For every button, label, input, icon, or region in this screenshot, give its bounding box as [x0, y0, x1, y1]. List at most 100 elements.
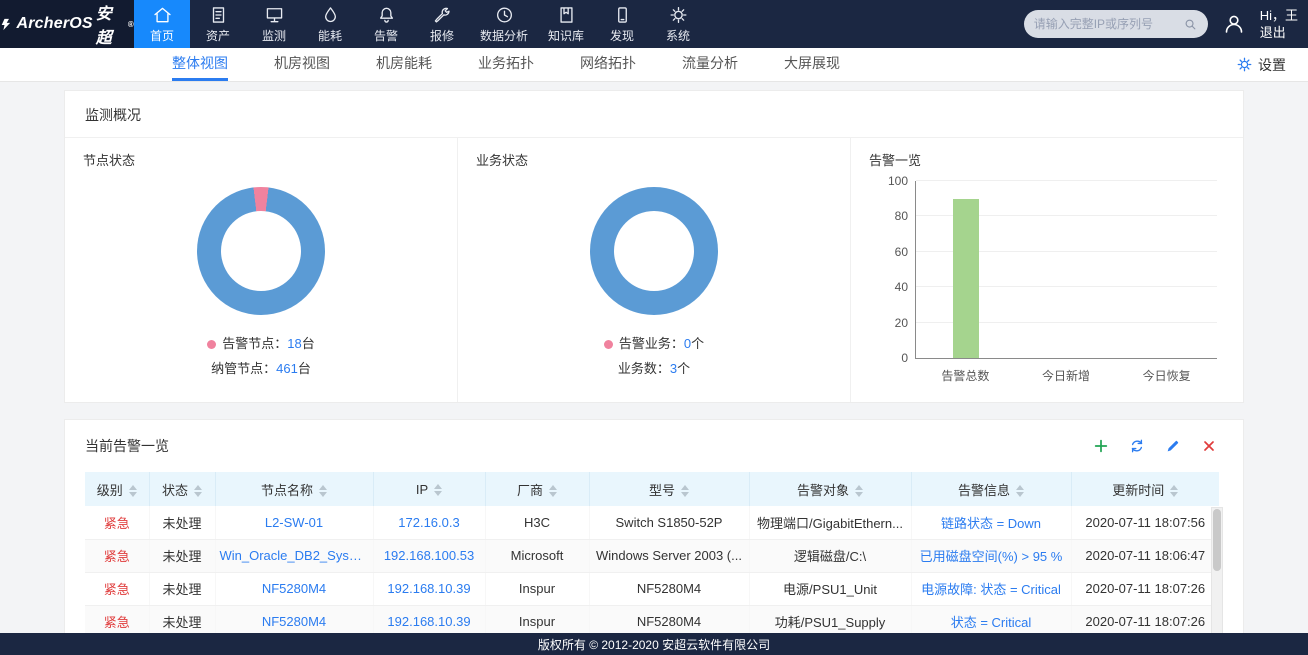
column-header-status[interactable]: 状态	[149, 472, 215, 506]
sort-icon[interactable]	[681, 485, 689, 497]
search-input[interactable]	[1034, 17, 1183, 31]
legend-value: 18	[287, 336, 301, 351]
main-content: 监测概况 节点状态 告警节点：18台 纳管节点：461台 业务状态 告警业务：0…	[0, 82, 1308, 650]
y-tick-label: 60	[872, 245, 908, 259]
legend-dot	[207, 340, 216, 349]
column-header-label: 厂商	[517, 483, 543, 498]
cell-model: NF5280M4	[589, 572, 749, 605]
nav-item-label: 系统	[666, 27, 690, 44]
node-status-card: 节点状态 告警节点：18台 纳管节点：461台	[65, 138, 457, 402]
nav-item-discovery[interactable]: 发现	[594, 0, 650, 48]
logo-icon	[0, 17, 13, 32]
global-search[interactable]	[1024, 10, 1208, 38]
table-row: 紧急未处理Win_Oracle_DB2_Sysba...192.168.100.…	[85, 539, 1219, 572]
column-header-alert-object[interactable]: 告警对象	[749, 472, 911, 506]
cell-node-name[interactable]: Win_Oracle_DB2_Sysba...	[215, 539, 373, 572]
node-status-donut-wrap	[83, 187, 439, 315]
column-header-model[interactable]: 型号	[589, 472, 749, 506]
cell-ip[interactable]: 192.168.10.39	[373, 572, 485, 605]
column-header-label: 节点名称	[261, 483, 313, 498]
nav-item-energy[interactable]: 能耗	[302, 0, 358, 48]
main-nav: 首页 资产 监测 能耗 告警 报修 数据分析 知识库	[134, 0, 706, 48]
tab-room-energy[interactable]: 机房能耗	[376, 48, 432, 81]
plus-icon	[1093, 438, 1109, 454]
column-header-label: 型号	[649, 483, 675, 498]
column-header-update-time[interactable]: 更新时间	[1071, 472, 1219, 506]
nav-item-assets[interactable]: 资产	[190, 0, 246, 48]
sort-icon[interactable]	[1170, 485, 1178, 497]
tab-room-view[interactable]: 机房视图	[274, 48, 330, 81]
cell-vendor: Microsoft	[485, 539, 589, 572]
cell-node-name[interactable]: L2-SW-01	[215, 506, 373, 539]
sort-icon[interactable]	[434, 484, 442, 496]
cell-node-name[interactable]: NF5280M4	[215, 572, 373, 605]
edit-button[interactable]	[1165, 438, 1181, 454]
table-scrollbar[interactable]	[1211, 507, 1223, 638]
column-header-vendor[interactable]: 厂商	[485, 472, 589, 506]
refresh-button[interactable]	[1129, 438, 1145, 454]
node-status-legend: 告警节点：18台 纳管节点：461台	[83, 331, 439, 381]
search-icon[interactable]	[1183, 17, 1198, 32]
tab-big-screen[interactable]: 大屏展现	[784, 48, 840, 81]
nav-item-label: 能耗	[318, 27, 342, 44]
user-greeting: Hi，王	[1260, 7, 1298, 24]
copyright-text: 版权所有 © 2012-2020 安超云软件有限公司	[538, 636, 770, 653]
settings-button[interactable]: 设置	[1236, 48, 1286, 81]
alerts-table-wrap: 级别状态节点名称IP厂商型号告警对象告警信息更新时间 紧急未处理L2-SW-01…	[85, 472, 1223, 639]
delete-button[interactable]	[1201, 438, 1217, 454]
nav-item-label: 报修	[430, 27, 454, 44]
device-icon	[612, 5, 633, 25]
settings-label: 设置	[1258, 55, 1286, 75]
sort-icon[interactable]	[1016, 485, 1024, 497]
cell-alert-info[interactable]: 已用磁盘空间(%) > 95 %	[911, 539, 1071, 572]
tab-network-topology[interactable]: 网络拓扑	[580, 48, 636, 81]
sort-icon[interactable]	[549, 485, 557, 497]
cell-alert-info[interactable]: 链路状态 = Down	[911, 506, 1071, 539]
gear-icon	[1236, 56, 1253, 73]
scrollbar-thumb[interactable]	[1213, 509, 1221, 571]
card-title: 告警一览	[869, 150, 1225, 169]
legend-unit: 个	[691, 336, 704, 351]
sort-icon[interactable]	[129, 485, 137, 497]
tab-business-topology[interactable]: 业务拓扑	[478, 48, 534, 81]
footer: 版权所有 © 2012-2020 安超云软件有限公司	[0, 633, 1308, 655]
column-header-level[interactable]: 级别	[85, 472, 149, 506]
monitoring-overview-panel: 监测概况 节点状态 告警节点：18台 纳管节点：461台 业务状态 告警业务：0…	[64, 90, 1244, 403]
nav-item-alerts[interactable]: 告警	[358, 0, 414, 48]
logout-link[interactable]: 退出	[1260, 24, 1298, 41]
card-title: 业务状态	[476, 150, 832, 169]
nav-item-home[interactable]: 首页	[134, 0, 190, 48]
column-header-ip[interactable]: IP	[373, 472, 485, 506]
nav-item-monitor[interactable]: 监测	[246, 0, 302, 48]
cell-level: 紧急	[85, 539, 149, 572]
app-logo[interactable]: ArcherOS安超®	[0, 0, 134, 48]
cell-update-time: 2020-07-11 18:06:47	[1071, 539, 1219, 572]
business-status-card: 业务状态 告警业务：0个 业务数：3个	[457, 138, 850, 402]
legend-unit: 个	[677, 361, 690, 376]
nav-item-data-analysis[interactable]: 数据分析	[470, 0, 538, 48]
sort-icon[interactable]	[319, 485, 327, 497]
wrench-icon	[432, 5, 453, 25]
business-status-donut-chart	[590, 187, 718, 315]
add-button[interactable]	[1093, 438, 1109, 454]
nav-item-repair[interactable]: 报修	[414, 0, 470, 48]
nav-item-system[interactable]: 系统	[650, 0, 706, 48]
column-header-node-name[interactable]: 节点名称	[215, 472, 373, 506]
section-title: 监测概况	[65, 91, 1243, 138]
cell-ip[interactable]: 192.168.100.53	[373, 539, 485, 572]
gear-icon	[668, 5, 689, 25]
tab-overall-view[interactable]: 整体视图	[172, 48, 228, 81]
bar-chart-plot: 020406080100	[915, 181, 1217, 359]
cell-ip[interactable]: 172.16.0.3	[373, 506, 485, 539]
nav-item-knowledge-base[interactable]: 知识库	[538, 0, 594, 48]
tab-traffic-analysis[interactable]: 流量分析	[682, 48, 738, 81]
sort-icon[interactable]	[855, 485, 863, 497]
user-avatar-icon[interactable]	[1222, 12, 1246, 36]
y-tick-label: 80	[872, 209, 908, 223]
refresh-icon	[1129, 438, 1145, 454]
sort-icon[interactable]	[194, 485, 202, 497]
assets-icon	[208, 5, 229, 25]
column-header-alert-info[interactable]: 告警信息	[911, 472, 1071, 506]
cell-alert-info[interactable]: 电源故障: 状态 = Critical	[911, 572, 1071, 605]
pie-clock-icon	[494, 5, 515, 25]
